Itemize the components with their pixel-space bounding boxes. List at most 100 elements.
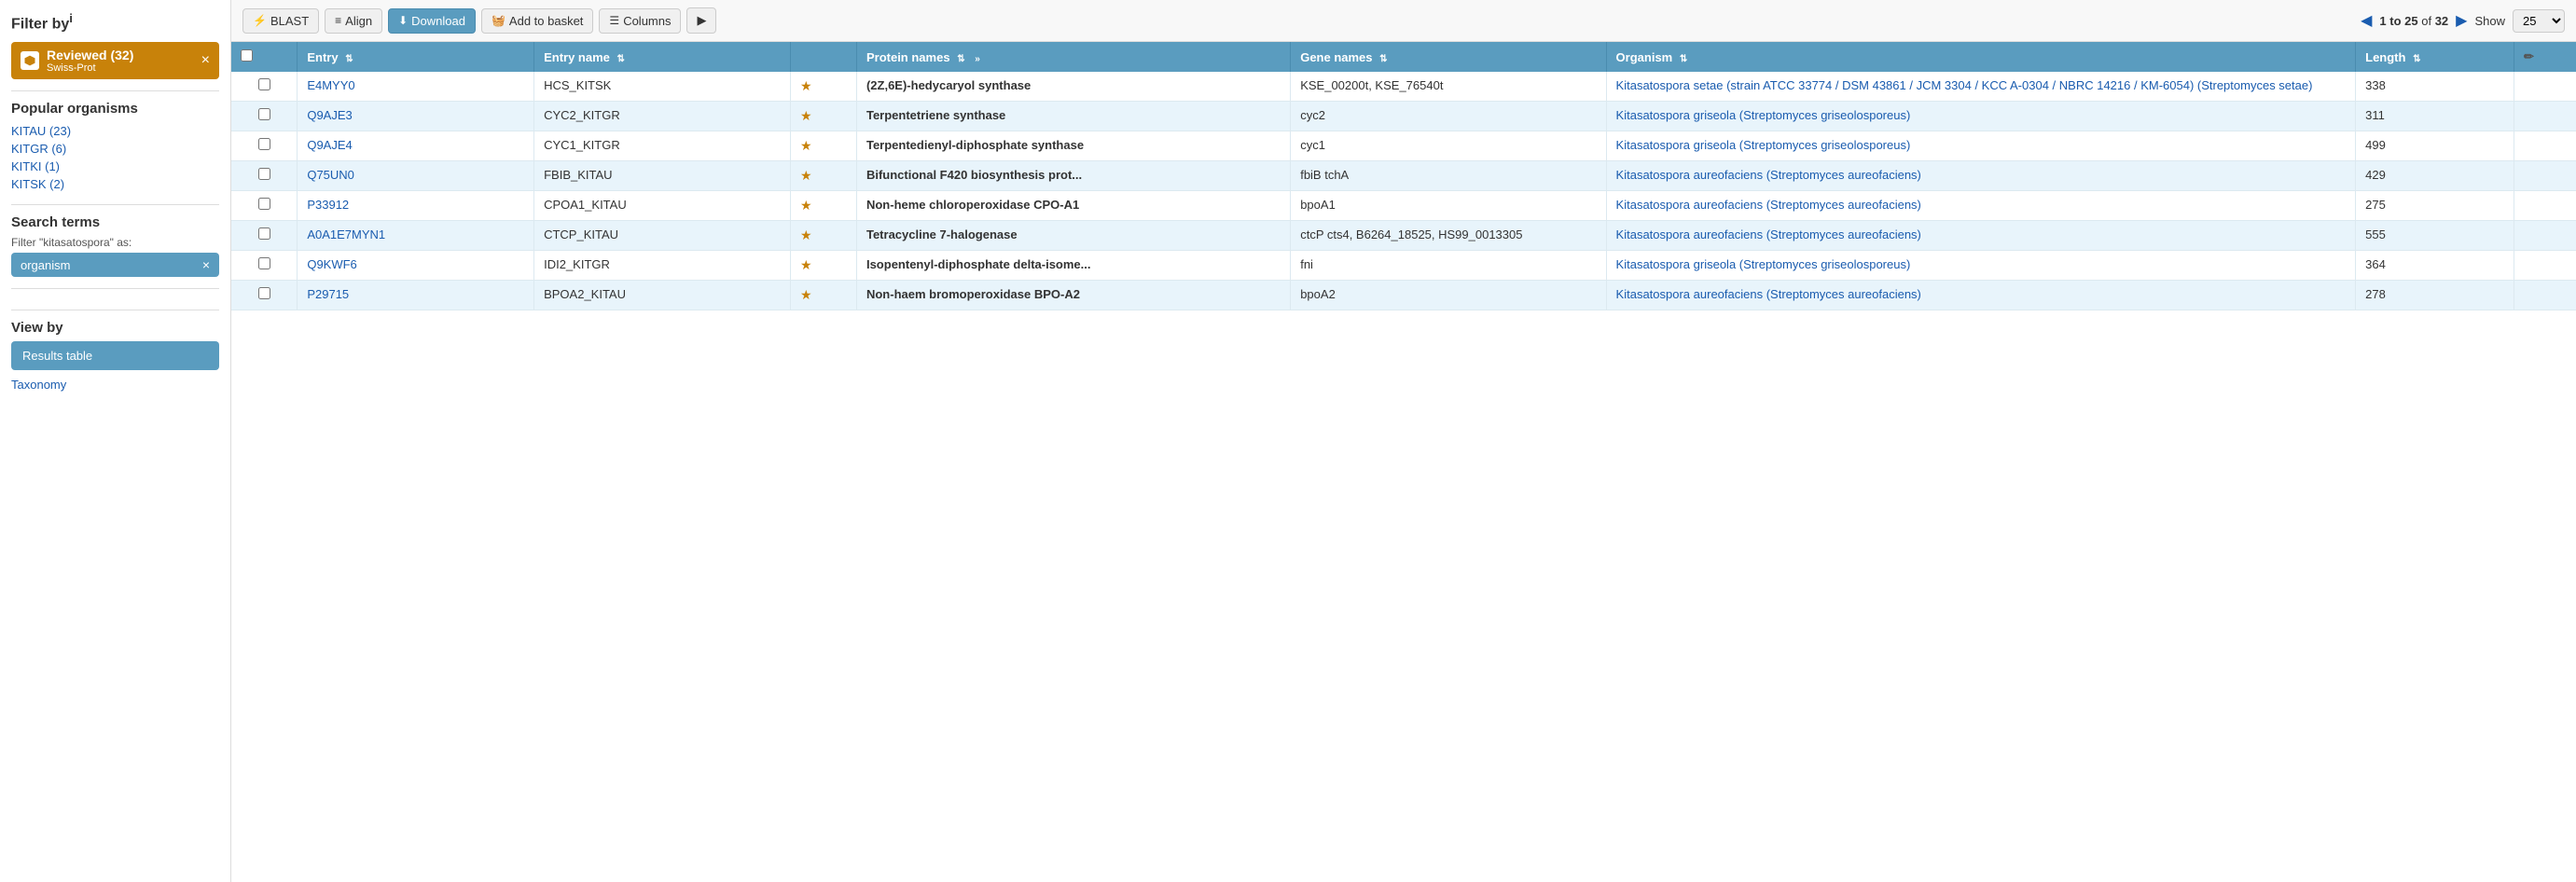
organism-link[interactable]: Kitasatospora setae (strain ATCC 33774 /…: [1616, 78, 2313, 92]
table-row: P29715 BPOA2_KITAU ★ Non-haem bromoperox…: [231, 281, 2576, 310]
star-icon[interactable]: ★: [800, 198, 812, 213]
row-checkbox[interactable]: [258, 198, 270, 210]
add-to-basket-button[interactable]: 🧺 Add to basket: [481, 8, 593, 34]
filter-as-label: Filter "kitasatospora" as:: [11, 236, 219, 249]
entry-name-sort-icon[interactable]: ⇅: [617, 54, 625, 64]
forward-button[interactable]: ▶: [686, 7, 716, 34]
row-entry-name: CPOA1_KITAU: [534, 191, 791, 221]
select-all-checkbox[interactable]: [241, 49, 253, 62]
entry-link[interactable]: E4MYY0: [307, 78, 354, 92]
row-checkbox[interactable]: [258, 227, 270, 240]
col-organism[interactable]: Organism ⇅: [1606, 42, 2356, 72]
entry-sort-icon[interactable]: ⇅: [345, 54, 353, 64]
row-checkbox[interactable]: [258, 78, 270, 90]
blast-button[interactable]: ⚡ BLAST: [242, 8, 319, 34]
length-sort-icon[interactable]: ⇅: [2413, 54, 2420, 64]
protein-name: Isopentenyl-diphosphate delta-isome...: [866, 257, 1091, 271]
row-length: 555: [2356, 221, 2514, 251]
organism-link[interactable]: Kitasatospora aureofaciens (Streptomyces…: [1616, 198, 1921, 212]
pagination-range: 1 to 25: [2379, 14, 2417, 28]
col-length[interactable]: Length ⇅: [2356, 42, 2514, 72]
results-table-button[interactable]: Results table: [11, 341, 219, 370]
row-length: 311: [2356, 102, 2514, 131]
star-icon[interactable]: ★: [800, 287, 812, 302]
row-checkbox[interactable]: [258, 168, 270, 180]
next-page-button[interactable]: ▶: [2456, 11, 2467, 30]
align-button[interactable]: ≡ Align: [325, 8, 382, 34]
sidebar-organism-kitsk[interactable]: KITSK (2): [11, 175, 219, 193]
organism-link[interactable]: Kitasatospora aureofaciens (Streptomyces…: [1616, 227, 1921, 241]
entry-link[interactable]: A0A1E7MYN1: [307, 227, 385, 241]
col-gene-names[interactable]: Gene names ⇅: [1291, 42, 1606, 72]
table-row: A0A1E7MYN1 CTCP_KITAU ★ Tetracycline 7-h…: [231, 221, 2576, 251]
row-entry-name: CTCP_KITAU: [534, 221, 791, 251]
table-row: Q9AJE4 CYC1_KITGR ★ Terpentedienyl-dipho…: [231, 131, 2576, 161]
col-entry[interactable]: Entry ⇅: [298, 42, 534, 72]
organism-link[interactable]: Kitasatospora griseola (Streptomyces gri…: [1616, 257, 1911, 271]
pagination-info: 1 to 25 of 32: [2379, 14, 2448, 28]
row-entry: Q9AJE4: [298, 131, 534, 161]
row-checkbox[interactable]: [258, 108, 270, 120]
table-body: E4MYY0 HCS_KITSK ★ (2Z,6E)-hedycaryol sy…: [231, 72, 2576, 310]
organism-link[interactable]: Kitasatospora aureofaciens (Streptomyces…: [1616, 168, 1921, 182]
protein-name: Tetracycline 7-halogenase: [866, 227, 1018, 241]
pagination-of: of: [2421, 14, 2431, 28]
row-star-cell: ★: [791, 72, 857, 102]
entry-link[interactable]: Q9AJE4: [307, 138, 352, 152]
table-row: P33912 CPOA1_KITAU ★ Non-heme chloropero…: [231, 191, 2576, 221]
popular-organisms-title: Popular organisms: [11, 90, 219, 117]
row-protein-names: Non-haem bromoperoxidase BPO-A2: [856, 281, 1290, 310]
row-edit-cell: [2514, 131, 2576, 161]
protein-name: (2Z,6E)-hedycaryol synthase: [866, 78, 1031, 92]
taxonomy-link[interactable]: Taxonomy: [11, 376, 219, 393]
organism-link[interactable]: Kitasatospora aureofaciens (Streptomyces…: [1616, 287, 1921, 301]
protein-name: Terpentedienyl-diphosphate synthase: [866, 138, 1084, 152]
row-gene-names: cyc1: [1291, 131, 1606, 161]
protein-expand-icon[interactable]: »: [972, 54, 983, 64]
filter-tag-close[interactable]: ×: [202, 257, 210, 272]
row-protein-names: Non-heme chloroperoxidase CPO-A1: [856, 191, 1290, 221]
entry-link[interactable]: Q9KWF6: [307, 257, 356, 271]
row-checkbox[interactable]: [258, 287, 270, 299]
star-icon[interactable]: ★: [800, 227, 812, 242]
row-organism: Kitasatospora aureofaciens (Streptomyces…: [1606, 191, 2356, 221]
row-protein-names: Terpentedienyl-diphosphate synthase: [856, 131, 1290, 161]
row-checkbox[interactable]: [258, 138, 270, 150]
entry-link[interactable]: P29715: [307, 287, 349, 301]
show-per-page-select[interactable]: 25 50 100 200 500: [2513, 9, 2565, 33]
row-star-cell: ★: [791, 191, 857, 221]
col-entry-name[interactable]: Entry name ⇅: [534, 42, 791, 72]
row-checkbox-cell: [231, 221, 298, 251]
reviewed-badge[interactable]: Reviewed (32) Swiss-Prot ×: [11, 42, 219, 79]
sidebar-organism-kitau[interactable]: KITAU (23): [11, 122, 219, 140]
row-entry-name: BPOA2_KITAU: [534, 281, 791, 310]
sidebar-organism-kitki[interactable]: KITKI (1): [11, 158, 219, 175]
row-edit-cell: [2514, 102, 2576, 131]
row-checkbox[interactable]: [258, 257, 270, 269]
star-icon[interactable]: ★: [800, 138, 812, 153]
protein-sort-icon[interactable]: ⇅: [957, 54, 964, 64]
star-icon[interactable]: ★: [800, 78, 812, 93]
organism-sort-icon[interactable]: ⇅: [1680, 54, 1687, 64]
row-entry-name: CYC2_KITGR: [534, 102, 791, 131]
row-checkbox-cell: [231, 161, 298, 191]
organism-link[interactable]: Kitasatospora griseola (Streptomyces gri…: [1616, 138, 1911, 152]
sidebar-organism-kitgr[interactable]: KITGR (6): [11, 140, 219, 158]
entry-link[interactable]: P33912: [307, 198, 349, 212]
entry-link[interactable]: Q75UN0: [307, 168, 354, 182]
prev-page-button[interactable]: ◀: [2361, 11, 2372, 30]
reviewed-badge-sub: Swiss-Prot: [47, 62, 133, 74]
edit-icon[interactable]: ✏: [2524, 49, 2534, 63]
col-protein-names[interactable]: Protein names ⇅ »: [856, 42, 1290, 72]
entry-link[interactable]: Q9AJE3: [307, 108, 352, 122]
download-button[interactable]: ⬇ Download: [388, 8, 476, 34]
reviewed-badge-close[interactable]: ×: [201, 52, 210, 69]
row-organism: Kitasatospora griseola (Streptomyces gri…: [1606, 102, 2356, 131]
gene-sort-icon[interactable]: ⇅: [1379, 54, 1387, 64]
organism-link[interactable]: Kitasatospora griseola (Streptomyces gri…: [1616, 108, 1911, 122]
star-icon[interactable]: ★: [800, 168, 812, 183]
star-icon[interactable]: ★: [800, 108, 812, 123]
columns-button[interactable]: ☰ Columns: [599, 8, 681, 34]
row-gene-names: ctcP cts4, B6264_18525, HS99_0013305: [1291, 221, 1606, 251]
star-icon[interactable]: ★: [800, 257, 812, 272]
